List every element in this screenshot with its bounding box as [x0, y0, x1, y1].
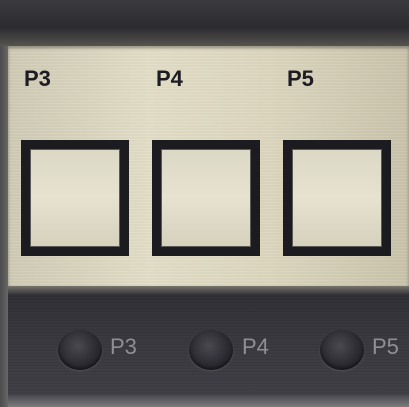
device-panel-photo: P3 P4 P5 P3 P4 P5: [0, 0, 409, 407]
indicator-light-p4: [189, 330, 233, 370]
indicator-label-p5: P5: [372, 334, 399, 359]
bottom-bezel: [8, 395, 409, 407]
button-face: [30, 149, 120, 247]
indicator-label-p3: P3: [110, 334, 137, 359]
preset-button-p3[interactable]: [21, 140, 129, 256]
indicator-light-p3: [58, 330, 102, 370]
top-bezel: [0, 0, 409, 46]
panel-groove: [8, 286, 409, 294]
indicator-label-p4: P4: [242, 334, 269, 359]
left-bezel: [0, 46, 8, 407]
button-label-p3: P3: [24, 66, 51, 91]
button-label-p4: P4: [156, 66, 183, 91]
button-face: [161, 149, 251, 247]
button-face: [292, 149, 382, 247]
button-label-p5: P5: [287, 66, 314, 91]
preset-button-p5[interactable]: [283, 140, 391, 256]
preset-button-p4[interactable]: [152, 140, 260, 256]
indicator-light-p5: [320, 330, 364, 370]
